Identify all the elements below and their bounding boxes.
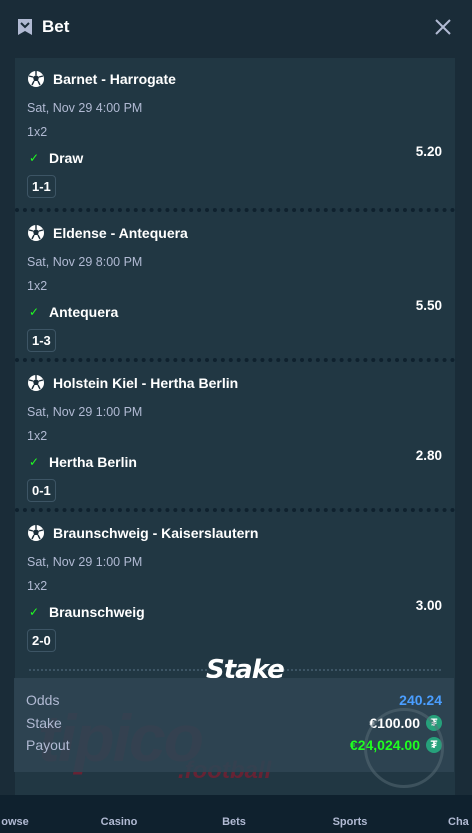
bet-leg: Barnet - Harrogate Sat, Nov 29 4:00 PM 1x2… xyxy=(15,58,455,208)
nav-bets[interactable]: Bets xyxy=(212,795,256,833)
market-name: 1x2 xyxy=(27,125,48,139)
odds-row: Odds 240.24 xyxy=(26,690,442,710)
match-name: Holstein Kiel - Hertha Berlin xyxy=(53,375,239,391)
match-title[interactable]: Eldense - Antequera xyxy=(27,224,443,242)
selection-odds: 5.50 xyxy=(415,298,442,313)
match-title[interactable]: Braunschweig - Kaiserslautern xyxy=(27,524,443,542)
nav-sports[interactable]: Sports xyxy=(325,795,375,833)
selection-name: Antequera xyxy=(49,304,119,320)
match-time: Sat, Nov 29 8:00 PM xyxy=(27,255,143,269)
check-icon: ✓ xyxy=(29,305,40,319)
soccer-ball-icon xyxy=(27,374,45,392)
market-name: 1x2 xyxy=(27,579,48,593)
bet-slip-icon xyxy=(16,18,34,36)
match-name: Eldense - Antequera xyxy=(53,225,188,241)
score-badge: 0-1 xyxy=(27,479,56,502)
match-title[interactable]: Barnet - Harrogate xyxy=(27,70,443,88)
nav-label: owse xyxy=(1,816,29,828)
nav-label: Casino xyxy=(100,816,138,828)
market-name: 1x2 xyxy=(27,429,48,443)
soccer-ball-icon xyxy=(27,524,45,542)
soccer-ball-icon xyxy=(27,70,45,88)
selection-odds: 3.00 xyxy=(415,598,442,613)
nav-label: Cha xyxy=(448,816,469,828)
match-time: Sat, Nov 29 1:00 PM xyxy=(27,555,143,569)
nav-label: Bets xyxy=(222,816,246,828)
stake-label: Stake xyxy=(26,715,62,731)
check-icon: ✓ xyxy=(29,455,40,469)
match-title[interactable]: Holstein Kiel - Hertha Berlin xyxy=(27,374,443,392)
selection-row: ✓ Draw xyxy=(27,150,443,166)
check-icon: ✓ xyxy=(29,605,40,619)
match-time: Sat, Nov 29 1:00 PM xyxy=(27,405,143,419)
match-name: Braunschweig - Kaiserslautern xyxy=(53,525,259,541)
selection-odds: 5.20 xyxy=(415,144,442,159)
selection-odds: 2.80 xyxy=(415,448,442,463)
soccer-ball-icon xyxy=(27,224,45,242)
bet-leg: Eldense - Antequera Sat, Nov 29 8:00 PM 1x… xyxy=(15,208,455,358)
bet-leg: Braunschweig - Kaiserslautern Sat, Nov 29… xyxy=(15,508,455,658)
selection-name: Hertha Berlin xyxy=(49,454,137,470)
selection-row: ✓ Braunschweig xyxy=(27,604,443,620)
check-icon: ✓ xyxy=(29,151,40,165)
selection-row: ✓ Antequera xyxy=(27,304,443,320)
market-name: 1x2 xyxy=(27,279,48,293)
nav-label: Sports xyxy=(332,816,368,828)
match-name: Barnet - Harrogate xyxy=(53,71,176,87)
modal-title: Bet xyxy=(42,17,70,36)
bottom-nav: owse Casino Bets Sports Cha xyxy=(0,795,472,833)
selection-name: Braunschweig xyxy=(49,604,145,620)
odds-label: Odds xyxy=(26,692,60,708)
score-badge: 1-3 xyxy=(27,329,56,352)
score-badge: 2-0 xyxy=(27,629,56,652)
score-badge: 1-1 xyxy=(27,175,56,198)
nav-browse[interactable]: owse xyxy=(0,795,40,833)
close-icon[interactable] xyxy=(432,16,454,38)
payout-label: Payout xyxy=(26,737,70,753)
bet-leg: Holstein Kiel - Hertha Berlin Sat, Nov 29… xyxy=(15,358,455,508)
modal-header: Bet xyxy=(0,0,472,54)
nav-casino[interactable]: Casino xyxy=(94,795,144,833)
bet-modal: Bet Barnet - Harrogate Sat, Nov 29 4:00 P… xyxy=(0,0,472,833)
nav-chat[interactable]: Cha xyxy=(448,795,472,833)
seal-watermark xyxy=(364,708,444,788)
selection-name: Draw xyxy=(49,150,84,166)
selection-row: ✓ Hertha Berlin xyxy=(27,454,443,470)
total-odds: 240.24 xyxy=(399,692,442,708)
match-time: Sat, Nov 29 4:00 PM xyxy=(27,101,143,115)
